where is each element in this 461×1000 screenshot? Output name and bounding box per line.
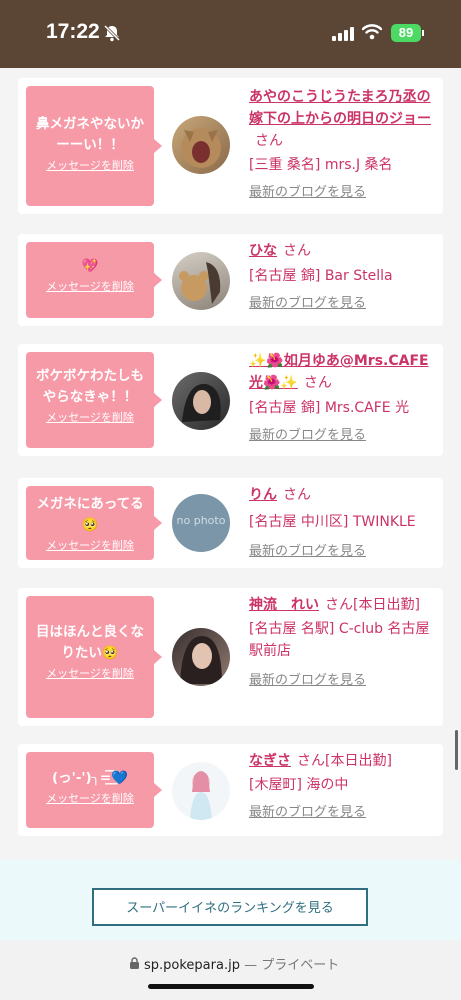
shop-info: [木屋町] 海の中 <box>249 777 349 793</box>
no-photo-label: no photo <box>176 514 226 527</box>
message-card: メガネにあってる🥺 メッセージを削除 no photo りん さん [名古屋 中川… <box>18 478 443 568</box>
message-bubble: 目はほんと良くなりたい🥺 メッセージを削除 <box>26 596 162 718</box>
message-bubble: 鼻メガネやないかーーい！！ メッセージを削除 <box>26 86 162 206</box>
message-bubble: (っ'-')╮=͟͟͞͞💙 メッセージを削除 <box>26 752 162 828</box>
shop-info: [三重 桑名] mrs.J 桑名 <box>249 157 393 173</box>
message-text: (っ'-')╮=͟͟͞͞💙 <box>52 770 128 786</box>
blog-link[interactable]: 最新のブログを見る <box>249 293 439 315</box>
avatar[interactable]: no photo <box>172 494 230 552</box>
message-feed: 鼻メガネやないかーーい！！ メッセージを削除 あやのこうじうたまろ乃丞の嫁下の上… <box>0 68 461 860</box>
girl-name-link[interactable]: あやのこうじうたまろ乃丞の嫁下の上からの明日のジョー <box>249 89 431 127</box>
girl-name-link[interactable]: ひな <box>249 243 277 259</box>
battery-icon: 89 <box>391 24 421 42</box>
woman-photo-icon <box>182 383 221 422</box>
url-text[interactable]: sp.pokepara.jp — プライベート <box>144 954 339 973</box>
message-text: メガネにあってる🥺 <box>36 496 144 533</box>
wifi-icon <box>362 24 382 40</box>
battery-tip <box>422 30 424 36</box>
woman-photo-icon <box>180 636 222 684</box>
honorific: さん <box>325 597 353 613</box>
blog-link[interactable]: 最新のブログを見る <box>249 182 439 204</box>
work-status: [本日出勤] <box>325 753 392 769</box>
honorific: さん <box>303 375 332 391</box>
shop-info: [名古屋 錦] Bar Stella <box>249 268 393 284</box>
blog-link[interactable]: 最新のブログを見る <box>249 670 439 692</box>
honorific: さん <box>255 133 283 149</box>
girl-info: ひな さん [名古屋 錦] Bar Stella 最新のブログを見る <box>249 240 439 315</box>
signal-icon <box>332 27 354 41</box>
blog-link[interactable]: 最新のブログを見る <box>249 425 439 447</box>
girl-info: ✨🌺如月ゆあ@Mrs.CAFE光🌺✨ さん [名古屋 錦] Mrs.CAFE 光 … <box>249 350 439 447</box>
shop-info: [名古屋 中川区] TWINKLE <box>249 514 416 530</box>
message-card: 目はほんと良くなりたい🥺 メッセージを削除 神流 れい さん[本日出勤] [名古屋… <box>18 588 443 726</box>
home-indicator <box>148 984 314 989</box>
delete-message-link[interactable]: メッセージを削除 <box>26 158 154 174</box>
message-card: (っ'-')╮=͟͟͞͞💙 メッセージを削除 なぎさ さん[本日出勤] [木屋町]… <box>18 744 443 836</box>
message-card: 鼻メガネやないかーーい！！ メッセージを削除 あやのこうじうたまろ乃丞の嫁下の上… <box>18 78 443 214</box>
girl-info: 神流 れい さん[本日出勤] [名古屋 名駅] C-club 名古屋駅前店 最新の… <box>249 594 439 692</box>
message-bubble: メガネにあってる🥺 メッセージを削除 <box>26 486 162 560</box>
honorific: さん <box>283 487 311 503</box>
bear-photo-icon <box>179 262 221 304</box>
avatar[interactable] <box>172 116 230 174</box>
work-status: [本日出勤] <box>353 597 420 613</box>
url-domain: sp.pokepara.jp <box>144 958 240 973</box>
ranking-button[interactable]: スーパーイイネのランキングを見る <box>92 888 368 926</box>
delete-message-link[interactable]: メッセージを削除 <box>26 279 154 295</box>
message-text: ボケボケわたしもやらなきゃ！！ <box>36 368 144 405</box>
message-bubble: 💖 メッセージを削除 <box>26 242 162 318</box>
shop-info: [名古屋 名駅] C-club 名古屋駅前店 <box>249 621 430 659</box>
delete-message-link[interactable]: メッセージを削除 <box>26 666 154 682</box>
message-card: 💖 メッセージを削除 ひな さん [名古屋 錦] Bar Stella 最新のブロ… <box>18 234 443 326</box>
blog-link[interactable]: 最新のブログを見る <box>249 802 439 824</box>
girl-name-link[interactable]: りん <box>249 487 277 503</box>
url-suffix: — プライベート <box>244 958 340 973</box>
girl-info: なぎさ さん[本日出勤] [木屋町] 海の中 最新のブログを見る <box>249 750 439 824</box>
woman-photo-icon <box>190 771 212 820</box>
message-card: ボケボケわたしもやらなきゃ！！ メッセージを削除 ✨🌺如月ゆあ@Mrs.CAFE… <box>18 344 443 456</box>
shop-info: [名古屋 錦] Mrs.CAFE 光 <box>249 400 410 416</box>
blog-link[interactable]: 最新のブログを見る <box>249 541 439 563</box>
status-time: 17:22 <box>46 20 100 43</box>
delete-message-link[interactable]: メッセージを削除 <box>26 410 154 426</box>
message-text: 💖 <box>81 258 99 274</box>
avatar[interactable] <box>172 762 230 820</box>
status-bar: 17:22 89 <box>0 0 461 68</box>
message-text: 目はほんと良くなりたい🥺 <box>36 624 144 661</box>
girl-info: りん さん [名古屋 中川区] TWINKLE 最新のブログを見る <box>249 484 439 563</box>
delete-message-link[interactable]: メッセージを削除 <box>26 538 154 554</box>
avatar[interactable] <box>172 372 230 430</box>
cat-photo-icon <box>181 128 221 168</box>
avatar[interactable] <box>172 252 230 310</box>
bell-slash-icon <box>103 24 121 42</box>
girl-info: あやのこうじうたまろ乃丞の嫁下の上からの明日のジョーさん [三重 桑名] mrs… <box>249 86 439 204</box>
honorific: さん <box>283 243 311 259</box>
girl-name-link[interactable]: 神流 れい <box>249 597 319 613</box>
girl-name-link[interactable]: なぎさ <box>249 753 291 769</box>
scroll-indicator[interactable] <box>455 730 458 770</box>
message-text: 鼻メガネやないかーーい！！ <box>36 116 144 153</box>
delete-message-link[interactable]: メッセージを削除 <box>26 791 154 807</box>
lock-icon <box>130 957 139 969</box>
honorific: さん <box>297 753 325 769</box>
girl-name-link[interactable]: ✨🌺如月ゆあ@Mrs.CAFE光🌺✨ <box>249 353 429 391</box>
message-bubble: ボケボケわたしもやらなきゃ！！ メッセージを削除 <box>26 352 162 448</box>
avatar[interactable] <box>172 628 230 686</box>
